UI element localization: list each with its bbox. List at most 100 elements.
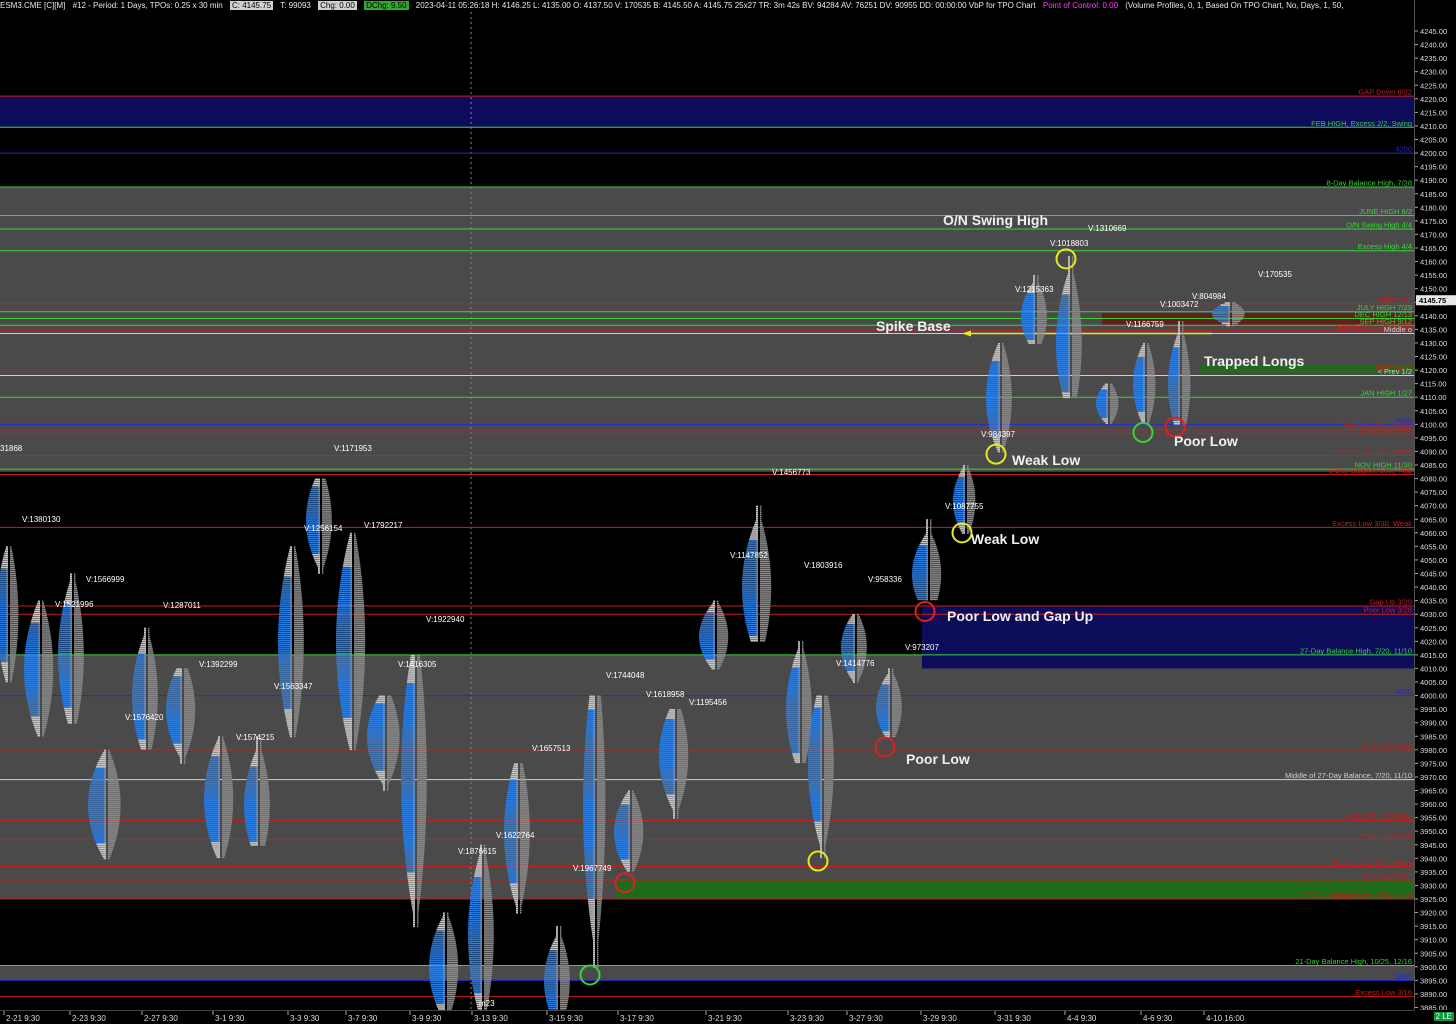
volume-bar: [387, 732, 400, 734]
volume-bar: [930, 586, 940, 588]
volume-bar: [447, 955, 458, 957]
volume-bar: [1182, 356, 1188, 358]
volume-bar: [184, 760, 185, 762]
tpo-bar: [878, 721, 890, 723]
annotation-label: Poor Low: [906, 751, 970, 767]
volume-bar: [802, 649, 804, 651]
tpo-bar: [988, 420, 1000, 422]
volume-bar: [892, 675, 894, 677]
tpo-bar: [405, 856, 415, 858]
volume-bar: [1072, 311, 1080, 313]
volume-bar: [484, 896, 492, 898]
volume-bar: [447, 984, 457, 986]
tpo-bar: [25, 651, 40, 653]
volume-bar: [597, 797, 605, 799]
volume-bar: [520, 843, 530, 845]
tpo-bar: [748, 544, 758, 546]
tpo-bar: [787, 694, 800, 696]
tpo-bar: [244, 799, 258, 801]
tpo-bar: [583, 803, 595, 805]
tpo-bar: [1134, 396, 1145, 398]
volume-bar: [892, 673, 893, 675]
volume-bar: [42, 637, 51, 639]
price-axis[interactable]: 4245.004240.004235.004230.004225.004220.…: [1414, 0, 1456, 1010]
volume-bar: [74, 628, 83, 630]
volume-bar: [294, 695, 301, 697]
volume-bar: [387, 750, 399, 752]
tpo-bar: [1096, 406, 1108, 408]
volume-bar: [632, 837, 643, 839]
volume-bar: [322, 511, 332, 513]
date-tick-label: 2-23 9:30: [72, 1014, 106, 1023]
volume-bar: [760, 528, 764, 530]
volume-bar: [354, 726, 359, 728]
volume-bar: [560, 1003, 568, 1005]
volume-bar: [260, 775, 267, 777]
volume-bar: [294, 652, 304, 654]
tpo-bar: [700, 625, 715, 627]
level-label: 27-Day Balance High, 7/20, 11/10: [1300, 646, 1412, 655]
tpo-bar: [469, 914, 482, 916]
tpo-bar: [169, 732, 182, 734]
tpo-bar: [990, 367, 1000, 369]
tpo-bar: [31, 717, 40, 719]
volume-bar: [354, 620, 365, 622]
volume-bar: [597, 818, 605, 820]
tpo-bar: [881, 685, 890, 687]
date-axis[interactable]: 2-21 9:302-23 9:302-27 9:303-1 9:303-3 9…: [0, 1010, 1414, 1024]
volume-bar: [42, 615, 47, 617]
price-tick-label: 3995.00: [1420, 705, 1447, 714]
tpo-bar: [371, 712, 385, 714]
volume-bar: [294, 725, 297, 727]
volume-bar: [597, 895, 602, 897]
volume-bar: [294, 589, 301, 591]
level-label: GAP Down 8/22: [1358, 88, 1412, 97]
volume-bar: [597, 854, 604, 856]
volume-bar: [677, 734, 687, 736]
tpo-bar: [403, 830, 415, 832]
tpo-bar: [58, 665, 72, 667]
tpo-bar: [337, 608, 352, 610]
volume-bar: [10, 561, 14, 563]
volume-bar: [260, 763, 265, 765]
volume-bar: [632, 854, 640, 856]
tpo-bar: [207, 769, 220, 771]
tpo-bar: [27, 698, 40, 700]
tpo-bar: [278, 626, 292, 628]
tpo-bar: [404, 848, 415, 850]
tpo-chart-area[interactable]: GAP Down 8/22FEB HIGH, Excess 2/2, Swing…: [0, 12, 1414, 1010]
volume-bar: [417, 777, 427, 779]
tpo-bar: [280, 603, 292, 605]
volume-bar: [1037, 281, 1038, 283]
tpo-bar: [583, 783, 595, 785]
volume-bar: [447, 949, 457, 951]
volume-bar: [930, 564, 941, 566]
volume-bar: [108, 856, 110, 858]
price-tick-label: 4220.00: [1420, 95, 1447, 104]
volume-bar: [108, 831, 118, 833]
volume-bar: [108, 858, 110, 860]
tpo-bar: [666, 717, 675, 719]
volume-label: V:804984: [1192, 292, 1227, 301]
volume-bar: [354, 704, 362, 706]
tpo-bar: [401, 773, 415, 775]
volume-bar: [387, 771, 394, 773]
volume-bar: [417, 730, 426, 732]
tpo-bar: [615, 839, 630, 841]
tpo-bar: [1171, 413, 1180, 415]
volume-bar: [447, 976, 458, 978]
volume-bar: [10, 670, 14, 672]
tpo-bar: [504, 841, 518, 843]
volume-bar: [447, 998, 455, 1000]
volume-bar: [10, 583, 17, 585]
tpo-bar: [704, 615, 715, 617]
tpo-bar: [789, 739, 800, 741]
tpo-bar: [1133, 390, 1145, 392]
volume-bar: [677, 729, 686, 731]
volume-bar: [354, 744, 356, 746]
volume-bar: [930, 566, 941, 568]
tpo-bar: [505, 806, 518, 808]
volume-bar: [824, 716, 831, 718]
volume-bar: [1037, 312, 1047, 314]
volume-bar: [417, 895, 420, 897]
